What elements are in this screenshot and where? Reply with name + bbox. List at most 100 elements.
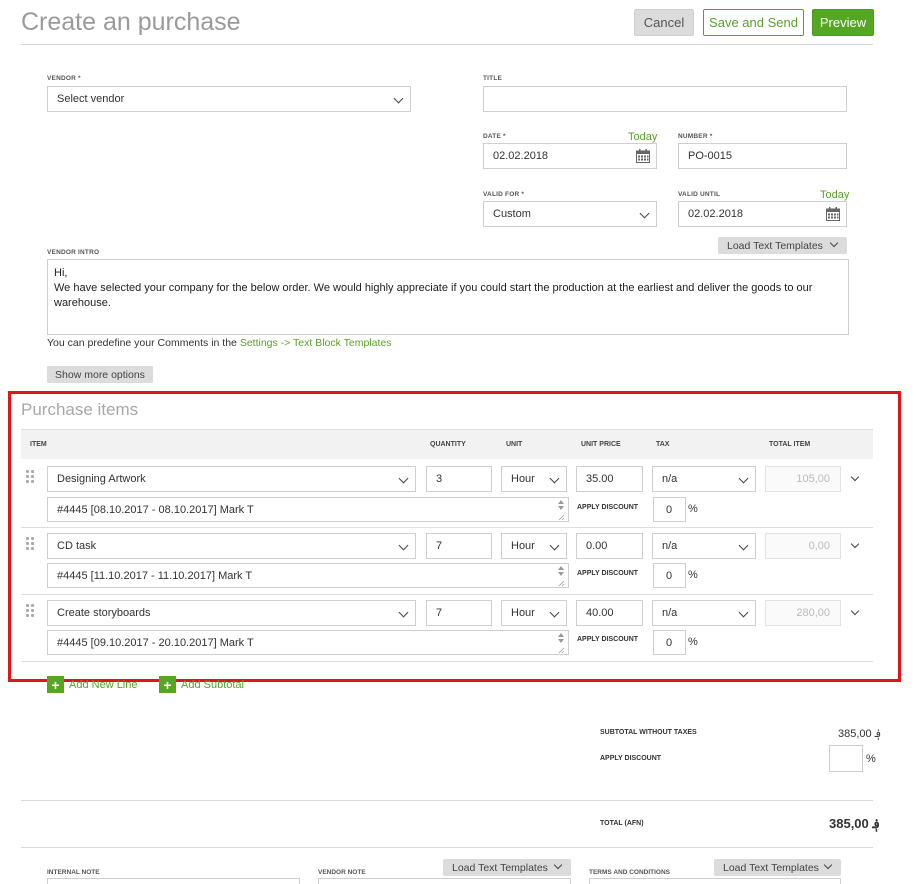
- quantity-value: 3: [436, 473, 443, 485]
- resize-spinner-icon[interactable]: [557, 565, 565, 587]
- terms-label: TERMS AND CONDITIONS: [589, 869, 671, 876]
- item-description: #4445 [08.10.2017 - 08.10.2017] Mark T: [57, 503, 254, 516]
- apply-discount-label: APPLY DISCOUNT: [577, 504, 639, 511]
- item-description-input[interactable]: #4445 [11.10.2017 - 11.10.2017] Mark T: [47, 563, 569, 588]
- row-divider: [21, 527, 873, 528]
- valid-for-select[interactable]: Custom: [483, 201, 657, 227]
- quantity-input[interactable]: 7: [426, 533, 492, 559]
- total-item-field: 0,00: [765, 533, 841, 559]
- total-item-value: 280,00: [796, 607, 830, 619]
- item-description-input[interactable]: #4445 [09.10.2017 - 20.10.2017] Mark T: [47, 630, 569, 655]
- item-select[interactable]: Create storyboards: [47, 600, 416, 626]
- column-quantity: QUANTITY: [430, 441, 466, 448]
- vendor-note-textarea[interactable]: [318, 878, 571, 884]
- chevron-down-icon: [398, 607, 409, 618]
- subtotal-label: SUBTOTAL WITHOUT TAXES: [600, 729, 697, 736]
- internal-note-textarea[interactable]: [47, 878, 300, 884]
- date-today-link[interactable]: Today: [628, 131, 657, 143]
- tax-select[interactable]: n/a: [652, 533, 756, 559]
- item-name: Designing Artwork: [57, 473, 146, 485]
- resize-spinner-icon[interactable]: [557, 632, 565, 654]
- chevron-down-icon: [639, 208, 650, 219]
- add-subtotal-button[interactable]: + Add Subtotal: [159, 676, 244, 693]
- total-item-field: 280,00: [765, 600, 841, 626]
- total-value: 385,00 ؋: [829, 816, 880, 831]
- discount-input[interactable]: 0: [653, 497, 686, 522]
- item-name: CD task: [57, 540, 97, 552]
- preview-button[interactable]: Preview: [812, 9, 874, 36]
- vendor-intro-label: VENDOR INTRO: [47, 249, 100, 256]
- unit-price-input[interactable]: 35.00: [576, 466, 643, 492]
- total-item-value: 105,00: [796, 473, 830, 485]
- title-input[interactable]: [483, 86, 847, 112]
- vendor-label: VENDOR *: [47, 75, 81, 82]
- unit-price-input[interactable]: 40.00: [576, 600, 643, 626]
- row-expand-chevron-icon[interactable]: [850, 539, 860, 549]
- valid-for-label: VALID FOR *: [483, 191, 525, 198]
- discount-value: 0: [666, 503, 673, 516]
- column-unit-price: UNIT PRICE: [581, 441, 621, 448]
- valid-until-input[interactable]: 02.02.2018: [678, 201, 847, 227]
- calendar-icon[interactable]: [636, 149, 650, 163]
- resize-spinner-icon[interactable]: [557, 499, 565, 521]
- item-name: Create storyboards: [57, 607, 151, 619]
- item-description-input[interactable]: #4445 [08.10.2017 - 08.10.2017] Mark T: [47, 497, 569, 522]
- total-divider: [21, 847, 873, 848]
- show-more-options-button[interactable]: Show more options: [47, 366, 153, 383]
- item-select[interactable]: CD task: [47, 533, 416, 559]
- vendor-select[interactable]: Select vendor: [47, 86, 411, 112]
- summary-percent-sign: %: [866, 753, 876, 765]
- drag-handle-icon[interactable]: [26, 470, 36, 484]
- chevron-down-icon: [398, 540, 409, 551]
- quantity-input[interactable]: 7: [426, 600, 492, 626]
- date-label: DATE *: [483, 133, 506, 140]
- terms-textarea[interactable]: [589, 878, 841, 884]
- summary-discount-input[interactable]: [829, 745, 863, 772]
- vendor-intro-line1: Hi,: [54, 267, 68, 279]
- add-new-line-button[interactable]: + Add New Line: [47, 676, 138, 693]
- drag-handle-icon[interactable]: [26, 604, 36, 618]
- chevron-down-icon: [393, 93, 404, 104]
- terms-load-templates-button[interactable]: Load Text Templates: [714, 859, 841, 876]
- cancel-button[interactable]: Cancel: [634, 9, 694, 36]
- item-select[interactable]: Designing Artwork: [47, 466, 416, 492]
- unit-price-input[interactable]: 0.00: [576, 533, 643, 559]
- discount-input[interactable]: 0: [653, 630, 686, 655]
- vendor-note-label: VENDOR NOTE: [318, 869, 366, 876]
- settings-text-block-link[interactable]: Settings -> Text Block Templates: [240, 337, 392, 349]
- load-text-templates-button[interactable]: Load Text Templates: [718, 237, 847, 254]
- row-expand-chevron-icon[interactable]: [850, 606, 860, 616]
- tax-select[interactable]: n/a: [652, 466, 756, 492]
- load-text-templates-label: Load Text Templates: [727, 239, 823, 252]
- percent-sign: %: [688, 569, 698, 581]
- purchase-items-title: Purchase items: [21, 400, 139, 419]
- discount-value: 0: [666, 636, 673, 649]
- unit-price-value: 35.00: [586, 473, 614, 485]
- vendor-note-load-templates-button[interactable]: Load Text Templates: [443, 859, 571, 876]
- valid-until-today-link[interactable]: Today: [820, 189, 849, 201]
- unit-value: Hour: [511, 473, 535, 485]
- row-expand-chevron-icon[interactable]: [850, 472, 860, 482]
- date-input[interactable]: 02.02.2018: [483, 143, 657, 169]
- load-text-templates-label: Load Text Templates: [452, 861, 548, 874]
- valid-until-value: 02.02.2018: [688, 208, 744, 220]
- summary-divider: [21, 800, 873, 801]
- chevron-down-icon: [829, 238, 839, 248]
- unit-price-value: 0.00: [586, 540, 608, 552]
- save-and-send-button[interactable]: Save and Send: [703, 9, 804, 36]
- quantity-input[interactable]: 3: [426, 466, 492, 492]
- unit-select[interactable]: Hour: [501, 600, 567, 626]
- chevron-down-icon: [549, 607, 560, 618]
- calendar-icon[interactable]: [826, 207, 840, 221]
- vendor-intro-textarea[interactable]: Hi, We have selected your company for th…: [47, 259, 849, 335]
- number-input-value: PO-0015: [688, 150, 733, 162]
- chevron-down-icon: [823, 860, 833, 870]
- number-input[interactable]: PO-0015: [678, 143, 847, 169]
- unit-select[interactable]: Hour: [501, 533, 567, 559]
- drag-handle-icon[interactable]: [26, 537, 36, 551]
- item-description: #4445 [09.10.2017 - 20.10.2017] Mark T: [57, 636, 254, 649]
- number-label: NUMBER *: [678, 133, 713, 140]
- discount-input[interactable]: 0: [653, 563, 686, 588]
- unit-select[interactable]: Hour: [501, 466, 567, 492]
- tax-select[interactable]: n/a: [652, 600, 756, 626]
